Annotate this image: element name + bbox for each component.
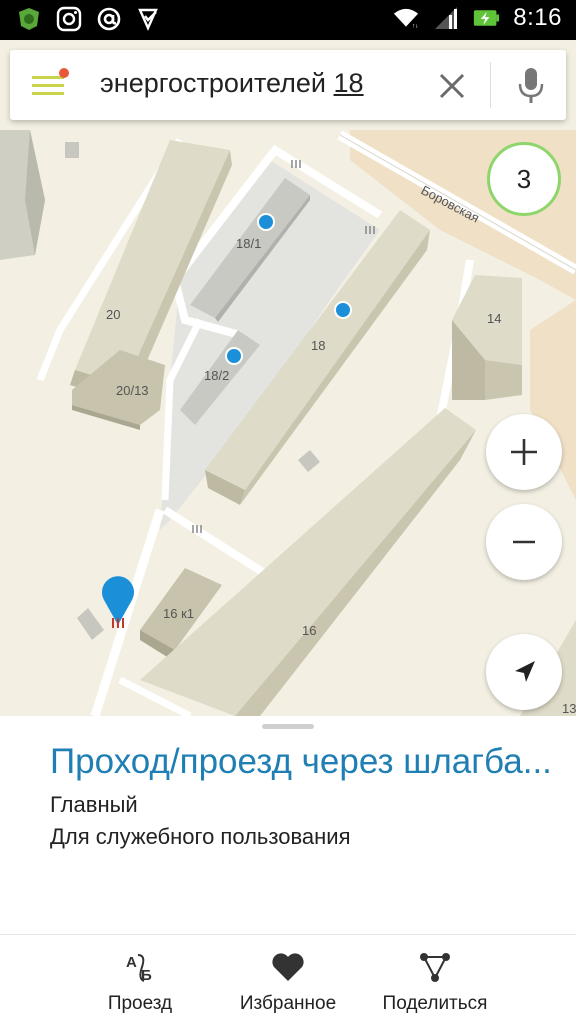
search-query-prefix: энергостроителей	[100, 68, 334, 98]
building-label-20-13: 20/13	[116, 383, 149, 398]
search-query-highlight: 18	[333, 68, 364, 98]
checkmark-app-icon	[136, 6, 162, 32]
poi-info-panel[interactable]: Проход/проезд через шлагба... Главный Дл…	[0, 716, 576, 934]
building-label-18-1: 18/1	[236, 236, 261, 251]
at-sign-icon	[96, 6, 122, 32]
poi-description: Для служебного пользования	[50, 824, 351, 849]
building-label-13: 13	[562, 701, 576, 716]
close-icon	[439, 73, 465, 99]
wifi-icon: ↑↓	[393, 5, 419, 31]
app-badge-icon	[16, 6, 42, 32]
signal-icon	[433, 5, 459, 31]
clear-search-button[interactable]	[432, 66, 472, 106]
search-divider	[490, 62, 491, 108]
share-icon	[420, 953, 450, 982]
share-button[interactable]: Поделиться	[372, 935, 498, 1025]
building-label-18-2: 18/2	[204, 368, 229, 383]
menu-button[interactable]	[22, 64, 74, 106]
search-bar: энергостроителей 18	[10, 50, 566, 120]
building-label-18: 18	[311, 338, 325, 353]
minus-icon	[513, 540, 535, 544]
svg-text:↑↓: ↑↓	[412, 24, 418, 30]
instagram-icon	[56, 6, 82, 32]
bottom-action-bar: А Б Проезд Избранное Поделиться	[0, 934, 576, 1025]
zoom-out-button[interactable]	[486, 504, 562, 580]
cluster-count-badge[interactable]: 3	[487, 142, 561, 216]
poi-subtitle: Главный	[50, 792, 138, 817]
search-input[interactable]: энергостроителей 18	[100, 68, 364, 99]
zoom-in-button[interactable]	[486, 414, 562, 490]
voice-search-button[interactable]	[508, 62, 554, 108]
building-label-16k1: 16 к1	[163, 606, 194, 621]
building-label-14: 14	[487, 311, 501, 326]
plus-icon	[511, 439, 537, 465]
hamburger-icon	[32, 68, 69, 95]
map-view[interactable]: 18/1 20 20/13 18/2 18 14 16 к1 16 13 Бор…	[0, 40, 576, 716]
route-ab-icon: А Б	[126, 954, 152, 984]
route-label: Проезд	[107, 993, 173, 1014]
poi-title: Проход/проезд через шлагба...	[50, 742, 552, 781]
status-bar: ↑↓ 8:16	[0, 0, 576, 40]
microphone-icon	[518, 68, 544, 103]
panel-drag-handle[interactable]	[262, 724, 314, 729]
favorites-button[interactable]: Избранное	[228, 935, 348, 1025]
favorites-label: Избранное	[239, 993, 337, 1014]
building-label-16: 16	[302, 623, 316, 638]
my-location-button[interactable]	[486, 634, 562, 710]
route-button[interactable]: А Б Проезд	[80, 935, 200, 1025]
heart-icon	[272, 953, 304, 981]
svg-text:А: А	[126, 954, 137, 971]
share-label: Поделиться	[382, 993, 488, 1014]
building-label-20: 20	[106, 307, 120, 322]
navigation-arrow-icon	[515, 661, 535, 682]
clock: 8:16	[513, 4, 562, 31]
battery-charging-icon	[473, 5, 500, 31]
